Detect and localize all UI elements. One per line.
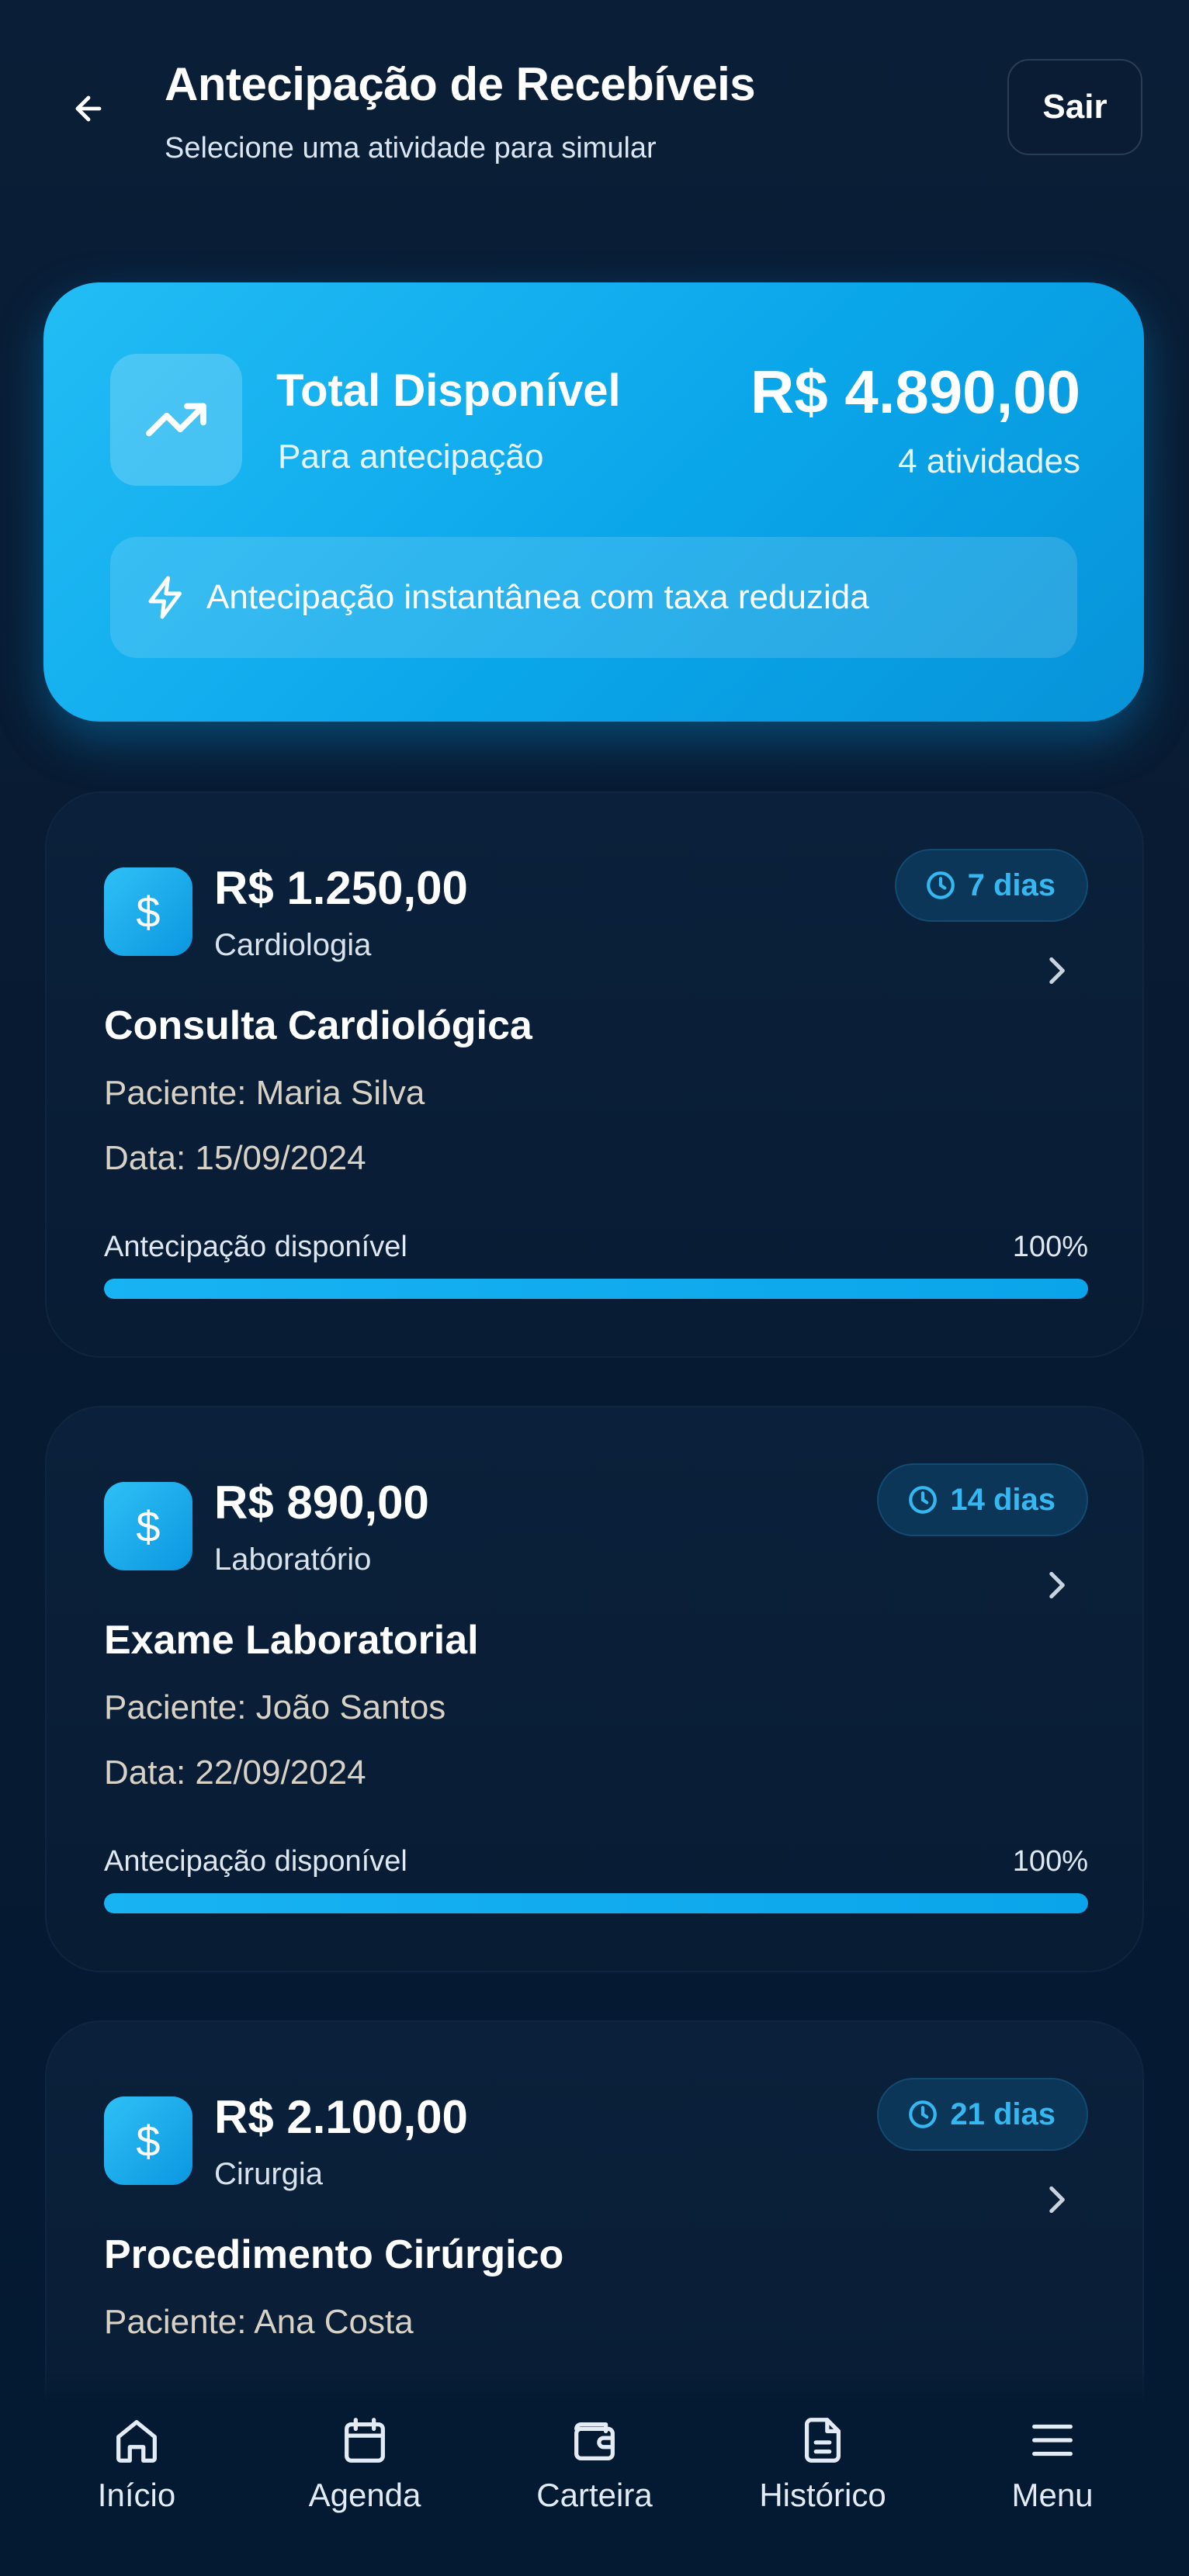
nav-item-carteira[interactable]: Carteira xyxy=(509,2413,680,2514)
arrow-left-icon xyxy=(75,95,102,122)
progress-fill xyxy=(104,1893,1088,1913)
page-subtitle: Selecione uma atividade para simular xyxy=(165,132,657,164)
clock-icon xyxy=(909,1486,938,1514)
activity-category: Cardiologia xyxy=(214,928,372,962)
progress-bar xyxy=(104,1279,1088,1299)
clock-icon xyxy=(926,871,955,899)
chevron-right-icon[interactable] xyxy=(1037,2180,1076,2219)
activity-patient: Paciente: Ana Costa xyxy=(104,2303,414,2341)
screen: Antecipação de Recebíveis Selecione uma … xyxy=(0,0,1189,2576)
clock-icon xyxy=(909,2100,938,2128)
activity-category: Cirurgia xyxy=(214,2157,324,2191)
activity-patient: Paciente: João Santos xyxy=(104,1688,446,1726)
progress-label: Antecipação disponível xyxy=(104,1231,407,1263)
bottom-nav: Início Agenda Carteira Histórico Menu xyxy=(0,2367,1189,2576)
nav-item-menu[interactable]: Menu xyxy=(967,2413,1138,2514)
summary-count: 4 atividades xyxy=(898,442,1080,480)
activity-date: Data: 15/09/2024 xyxy=(104,1139,366,1177)
summary-subtitle: Para antecipação xyxy=(278,438,544,476)
nav-label: Carteira xyxy=(536,2477,653,2513)
summary-title: Total Disponível xyxy=(276,365,621,416)
menu-icon xyxy=(1032,2424,1073,2457)
summary-banner: Antecipação instantânea com taxa reduzid… xyxy=(110,537,1077,658)
activity-title: Consulta Cardiológica xyxy=(104,1003,532,1048)
wallet-icon xyxy=(574,2422,615,2460)
summary-amount: R$ 4.890,00 xyxy=(750,358,1080,426)
progress-label: Antecipação disponível xyxy=(104,1845,407,1878)
dollar-icon: $ xyxy=(104,2096,192,2185)
days-badge-label: 14 dias xyxy=(950,1482,1056,1517)
activity-card[interactable]: $ R$ 890,00 Laboratório 14 dias Exame La… xyxy=(45,1406,1144,1972)
header: Antecipação de Recebíveis Selecione uma … xyxy=(0,0,1189,202)
days-badge-label: 7 dias xyxy=(967,867,1056,902)
page-title: Antecipação de Recebíveis xyxy=(165,58,756,110)
logout-button[interactable]: Sair xyxy=(1007,59,1142,155)
home-icon xyxy=(116,2420,157,2463)
activity-date: Data: 22/09/2024 xyxy=(104,1754,366,1792)
activity-title: Procedimento Cirúrgico xyxy=(104,2232,564,2277)
nav-label: Início xyxy=(97,2477,176,2513)
nav-item-historico[interactable]: Histórico xyxy=(737,2413,908,2514)
activity-amount: R$ 1.250,00 xyxy=(214,862,468,914)
activity-card[interactable]: $ R$ 1.250,00 Cardiologia 7 dias Consult… xyxy=(45,791,1144,1358)
activity-title: Exame Laboratorial xyxy=(104,1618,479,1663)
nav-label: Histórico xyxy=(759,2477,886,2513)
summary-banner-text: Antecipação instantânea com taxa reduzid… xyxy=(206,578,869,616)
activity-patient: Paciente: Maria Silva xyxy=(104,1074,425,1112)
dollar-icon: $ xyxy=(104,1482,192,1570)
days-badge: 7 dias xyxy=(894,849,1088,922)
nav-item-agenda[interactable]: Agenda xyxy=(279,2413,450,2514)
activity-amount: R$ 2.100,00 xyxy=(214,2091,468,2143)
nav-label: Agenda xyxy=(308,2477,421,2513)
progress-value: 100% xyxy=(1012,1845,1088,1878)
chevron-right-icon[interactable] xyxy=(1037,1566,1076,1605)
progress-value: 100% xyxy=(1012,1231,1088,1263)
summary-card: Total Disponível Para antecipação R$ 4.8… xyxy=(43,282,1144,722)
document-icon xyxy=(804,2418,841,2463)
progress-bar xyxy=(104,1893,1088,1913)
activity-amount: R$ 890,00 xyxy=(214,1477,429,1529)
back-button[interactable] xyxy=(61,81,116,137)
calendar-icon xyxy=(345,2418,385,2463)
progress-fill xyxy=(104,1279,1088,1299)
chevron-right-icon[interactable] xyxy=(1037,951,1076,990)
dollar-icon: $ xyxy=(104,867,192,956)
lightning-icon xyxy=(148,576,182,619)
trending-up-icon xyxy=(110,354,242,486)
nav-item-inicio[interactable]: Início xyxy=(51,2413,222,2514)
nav-label: Menu xyxy=(1011,2477,1094,2513)
days-badge: 14 dias xyxy=(877,1463,1088,1536)
days-badge-label: 21 dias xyxy=(950,2096,1056,2131)
activity-category: Laboratório xyxy=(214,1542,372,1577)
days-badge: 21 dias xyxy=(877,2078,1088,2151)
